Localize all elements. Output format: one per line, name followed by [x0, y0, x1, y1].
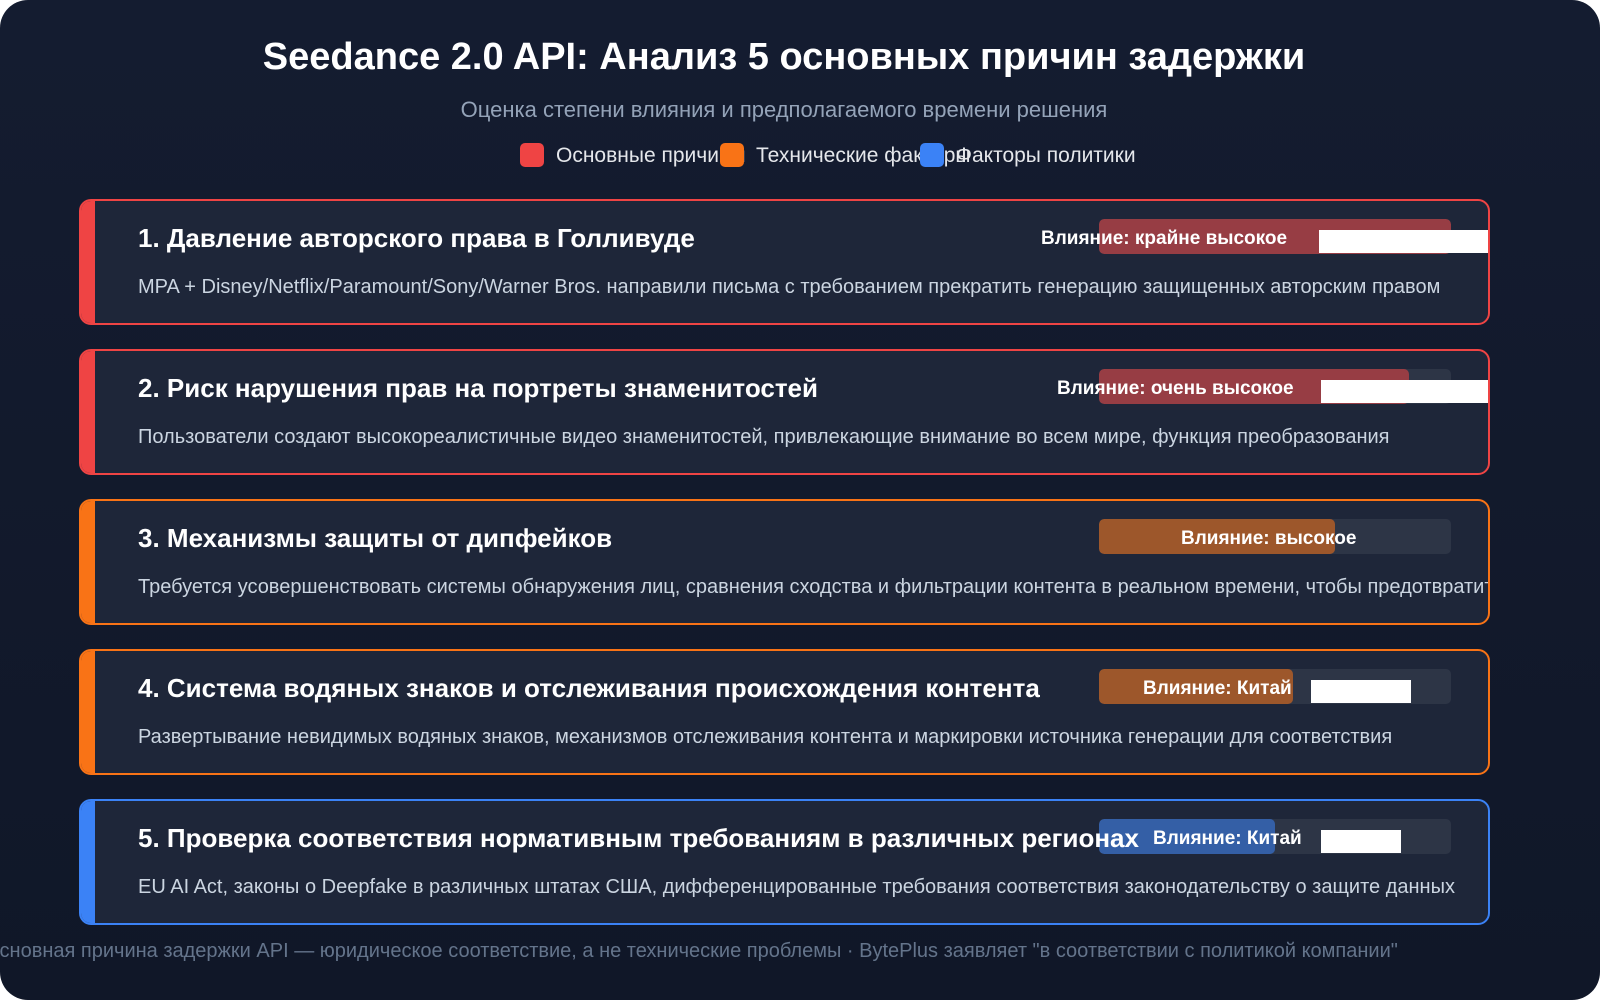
impact-label: Влияние: Китай [1143, 678, 1292, 699]
card-accent-stripe [81, 651, 95, 773]
card-accent-stripe [81, 201, 95, 323]
impact-label: Влияние: очень высокое [1057, 378, 1294, 399]
card-description: Развертывание невидимых водяных знаков, … [138, 726, 1393, 748]
card-accent-stripe [81, 501, 95, 623]
card-accent-stripe [81, 801, 95, 923]
page-subtitle: Оценка степени влияния и предполагаемого… [460, 97, 1108, 122]
card-title: 3. Механизмы защиты от дипфейков [138, 523, 613, 553]
diagram-panel: Seedance 2.0 API: Анализ 5 основных прич… [0, 0, 1600, 1000]
impact-label: Влияние: Китай [1153, 828, 1302, 849]
card-title: 5. Проверка соответствия нормативным тре… [138, 823, 1139, 853]
card-description: Требуется усовершенствовать системы обна… [138, 576, 1490, 598]
card-description: MPA + Disney/Netflix/Paramount/Sony/Warn… [138, 276, 1441, 298]
reason-card-5: 5. Проверка соответствия нормативным тре… [79, 799, 1490, 925]
page-title: Seedance 2.0 API: Анализ 5 основных прич… [262, 36, 1306, 78]
reason-card-4: 4. Система водяных знаков и отслеживания… [79, 649, 1490, 775]
impact-label-box [1311, 680, 1411, 703]
legend-label-policy: Факторы политики [956, 144, 1136, 167]
legend-swatch-technical [720, 143, 744, 167]
legend-swatch-policy [920, 143, 944, 167]
card-description: Пользователи создают высокореалистичные … [138, 426, 1390, 448]
reason-card-2: 2. Риск нарушения прав на портреты знаме… [79, 349, 1490, 475]
impact-label: Влияние: высокое [1181, 528, 1357, 549]
legend-label-core: Основные причины [556, 144, 746, 167]
impact-label-box [1321, 830, 1401, 853]
card-accent-stripe [81, 351, 95, 473]
impact-label-box [1321, 380, 1488, 403]
impact-label: Влияние: крайне высокое [1041, 228, 1288, 249]
reason-card-1: 1. Давление авторского права в Голливуде… [79, 199, 1490, 325]
card-title: 1. Давление авторского права в Голливуде [138, 223, 695, 253]
reason-card-3: 3. Механизмы защиты от дипфейков Требует… [79, 499, 1490, 625]
card-description: EU AI Act, законы о Deepfake в различных… [138, 876, 1455, 898]
footer-note: Основная причина задержки API — юридичес… [0, 940, 1398, 962]
legend-swatch-core [520, 143, 544, 167]
card-title: 4. Система водяных знаков и отслеживания… [138, 673, 1040, 703]
card-title: 2. Риск нарушения прав на портреты знаме… [138, 373, 818, 403]
impact-label-box [1319, 230, 1488, 253]
